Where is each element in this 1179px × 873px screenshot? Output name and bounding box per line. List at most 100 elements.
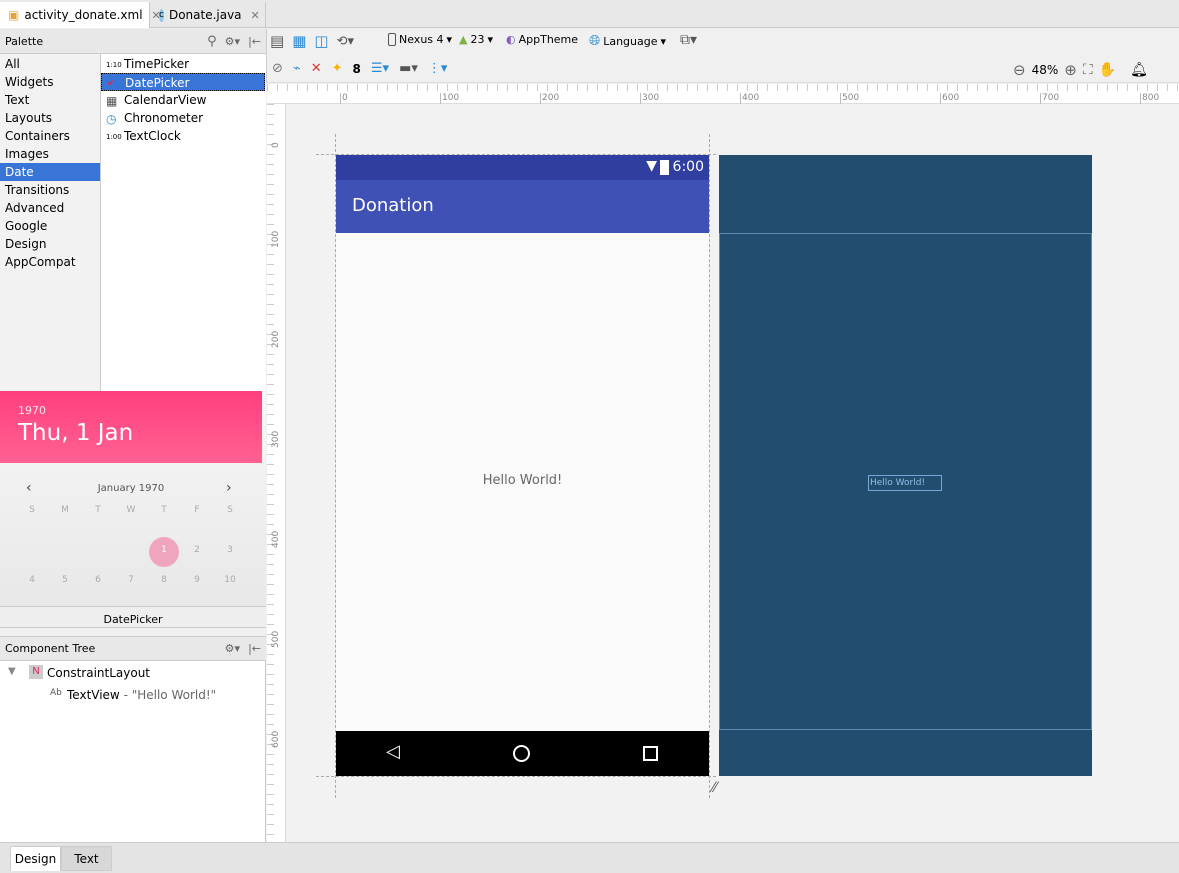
ruler-label: 300 [640, 93, 660, 104]
hide-panel-icon[interactable]: |← [248, 642, 261, 655]
1-10-icon: 1:10 [106, 61, 122, 69]
tab-design[interactable]: Design [10, 846, 61, 871]
back-icon: ◁ [386, 741, 400, 762]
hide-constraints-icon[interactable]: ⊘ [272, 61, 283, 76]
language-selector[interactable]: 🌐︎ Language ▾ [589, 33, 666, 49]
hello-world-text[interactable]: Hello World! [336, 473, 709, 488]
align-icon[interactable]: ▬▾ [399, 61, 418, 76]
palette-category-date[interactable]: Date [0, 163, 100, 181]
status-bar: ▼ 6:00 [336, 155, 709, 180]
zoom-in-icon[interactable]: ⊕ [1064, 61, 1077, 79]
palette-category-google[interactable]: Google [0, 217, 100, 235]
phone-icon [388, 33, 396, 46]
palette-category-all[interactable]: All [0, 55, 100, 73]
guidelines-icon[interactable]: ⋮▾ [428, 61, 448, 76]
recents-icon [643, 746, 658, 761]
pack-icon[interactable]: ☰▾ [371, 61, 389, 76]
calendar-day: 9 [194, 575, 200, 585]
calendar-day: 1 [161, 545, 167, 555]
palette-item-textclock[interactable]: 1:00 TextClock [101, 127, 265, 145]
palette-category-appcompat[interactable]: AppCompat [0, 253, 100, 271]
resize-handle-icon[interactable]: ⁄⁄ [712, 780, 717, 796]
ruler-label: 200 [271, 330, 281, 348]
api-selector[interactable]: ▲ 23 ▾ [459, 33, 493, 46]
design-view-icon[interactable]: ▤ [270, 32, 284, 50]
clear-constraints-icon[interactable]: ✕ [311, 61, 322, 76]
next-month-icon: › [226, 480, 232, 496]
ruler-label: 100 [271, 230, 281, 248]
calendar-day: 8 [161, 575, 167, 585]
palette-item-calendarview[interactable]: ▦ CalendarView [101, 91, 265, 109]
gear-icon[interactable]: ⚙▾ [225, 642, 240, 655]
hide-panel-icon[interactable]: |← [248, 35, 261, 48]
pan-icon[interactable]: ✋ [1099, 62, 1116, 78]
component-tree-header: Component Tree ⚙▾ |← [0, 636, 266, 661]
palette-category-widgets[interactable]: Widgets [0, 73, 100, 91]
calendar-weekday: W [126, 505, 136, 515]
palette-category-transitions[interactable]: Transitions [0, 181, 100, 199]
tree-item-constraintlayout[interactable]: ConstraintLayout [47, 666, 150, 680]
month-label: January 1970 [97, 483, 165, 494]
device-selector[interactable]: Nexus 4 ▾ [388, 33, 452, 46]
wifi-icon: ▼ [646, 158, 657, 174]
palette-category-images[interactable]: Images [0, 145, 100, 163]
notifications-icon[interactable]: 🔔︎ [1130, 62, 1148, 78]
java-class-icon: c [159, 8, 164, 22]
layout-variants-icon[interactable]: ⧉▾ [680, 32, 697, 48]
ruler-label: 0 [271, 142, 281, 148]
ruler-label: 700 [1040, 93, 1060, 104]
blueprint-hello-world[interactable]: Hello World! [868, 475, 942, 491]
palette-item-datepicker[interactable]: ✔ DatePicker [101, 73, 265, 91]
1-00-icon: 1:00 [106, 133, 122, 141]
ruler-label: 600 [271, 730, 281, 748]
calendar-weekday: M [61, 505, 69, 515]
theme-selector[interactable]: ◐ AppTheme [506, 33, 578, 46]
guide-line [316, 776, 716, 777]
gear-icon[interactable]: ⚙▾ [225, 35, 240, 48]
palette-category-containers[interactable]: Containers [0, 127, 100, 145]
tab-donate-java[interactable]: c Donate.java ✕ [151, 2, 266, 28]
palette-item-timepicker[interactable]: 1:10 TimePicker [101, 55, 265, 73]
ruler-label: 400 [271, 530, 281, 548]
autoconnect-icon[interactable]: ⌁ [293, 61, 301, 76]
ruler-label: 400 [740, 93, 760, 104]
palette-category-layouts[interactable]: Layouts [0, 109, 100, 127]
calendar-day: 7 [128, 575, 134, 585]
ruler-label: 600 [940, 93, 960, 104]
palette-category-advanced[interactable]: Advanced [0, 199, 100, 217]
tab-text[interactable]: Text [61, 846, 112, 871]
blueprint-preview[interactable]: Hello World! [719, 155, 1092, 776]
calendar-day: 6 [95, 575, 101, 585]
close-icon[interactable]: ✕ [251, 9, 260, 22]
ruler-label: 300 [271, 430, 281, 448]
calendar-weekday: F [194, 505, 200, 515]
zoom-fit-icon[interactable]: ⛶ [1083, 62, 1093, 78]
tab-activity-donate[interactable]: ▣ activity_donate.xml ✕ [0, 2, 161, 28]
calendar-weekday: T [161, 505, 167, 515]
tree-item-textview[interactable]: TextView - "Hello World!" [67, 688, 216, 702]
palette-item-chronometer[interactable]: ◷ Chronometer [101, 109, 265, 127]
zoom-out-icon[interactable]: ⊖ [1013, 61, 1026, 79]
textview-icon: Ab [50, 688, 62, 698]
calendar-day: 4 [29, 575, 35, 585]
orientation-icon[interactable]: ⟲▾ [337, 34, 354, 49]
search-icon[interactable]: ⚲ [207, 34, 217, 49]
constraint-layout-icon: N [29, 665, 43, 679]
calendar-weekday: S [227, 505, 233, 515]
default-margin[interactable]: 8 [353, 62, 361, 76]
ruler-label: 800 [1140, 93, 1160, 104]
zoom-level: 48% [1031, 63, 1059, 77]
calendar-day: 10 [224, 575, 236, 585]
editor-tabs: ▣ activity_donate.xml ✕ c Donate.java ✕ [0, 0, 1179, 28]
expand-arrow-icon[interactable]: ▼ [8, 666, 16, 677]
ruler-label: 100 [440, 93, 460, 104]
component-tree: ▼ N ConstraintLayout Ab TextView - "Hell… [0, 661, 266, 842]
palette-category-design[interactable]: Design [0, 235, 100, 253]
guide-line [709, 134, 710, 798]
blueprint-view-icon[interactable]: ▦ [292, 32, 306, 50]
palette-category-text[interactable]: Text [0, 91, 100, 109]
both-view-icon[interactable]: ◫ [314, 32, 328, 50]
vertical-ruler: 0 100 200 300 400 500 600 [267, 104, 286, 842]
phone-preview[interactable]: ▼ 6:00 Donation Hello World! ◁ [336, 155, 709, 776]
infer-constraints-icon[interactable]: ✦ [332, 61, 343, 76]
